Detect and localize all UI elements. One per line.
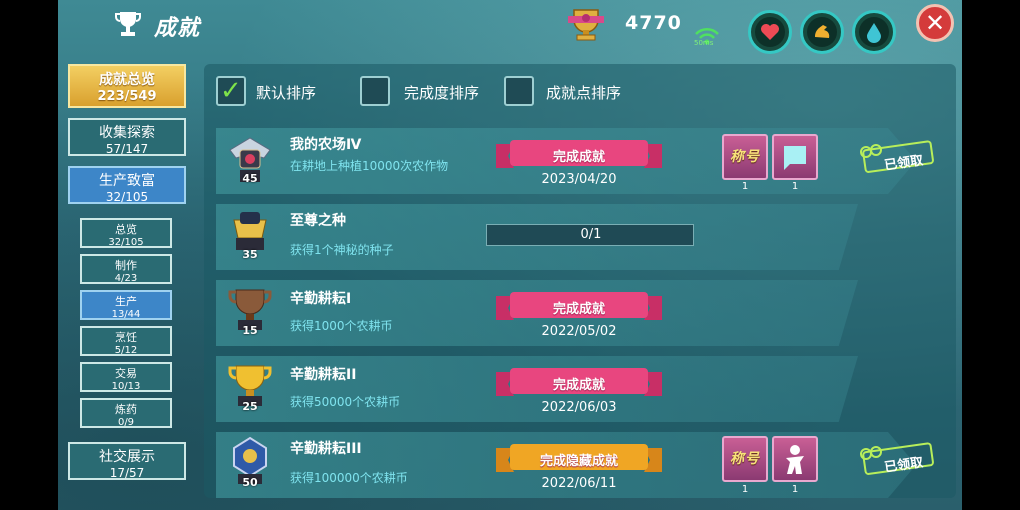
subcategory-progress: 0/9: [117, 417, 135, 428]
sidebar-overview[interactable]: 成就总览 223/549: [68, 64, 186, 108]
frame-icon: [784, 146, 806, 170]
health-stat[interactable]: [748, 10, 792, 54]
achievement-name: 至尊之种: [290, 213, 346, 229]
sidebar-item-production[interactable]: 生产致富 32/105: [68, 166, 186, 204]
completion-date: 2022/06/11: [541, 476, 617, 491]
avatar-reward[interactable]: [772, 436, 818, 482]
subcategory-cooking[interactable]: 烹饪 5/12: [80, 326, 172, 356]
checkmark-icon: ✓: [220, 76, 242, 106]
water-stat[interactable]: [852, 10, 896, 54]
subcategory-production[interactable]: 生产 13/44: [80, 290, 172, 320]
achievement-points: 4770: [625, 12, 682, 34]
reward-count: 1: [791, 484, 799, 495]
sidebar-item-progress: 57/147: [105, 142, 149, 156]
title-reward[interactable]: 称号: [722, 134, 768, 180]
sidebar-item-progress: 17/57: [109, 466, 145, 480]
achievement-name: 辛勤耕耘II: [290, 367, 357, 383]
subcategory-label: 制作: [115, 259, 137, 272]
close-icon: ✕: [924, 9, 946, 37]
ping-text: 50ms: [694, 39, 714, 47]
sort-default-checkbox[interactable]: ✓: [216, 76, 246, 106]
strength-stat[interactable]: [800, 10, 844, 54]
sidebar-item-label: 收集探索: [99, 125, 155, 141]
sidebar-item-social[interactable]: 社交展示 17/57: [68, 442, 186, 480]
subcategory-overview[interactable]: 总览 32/105: [80, 218, 172, 248]
achievement-desc: 获得1个神秘的种子: [290, 243, 394, 257]
sidebar-item-label: 社交展示: [99, 449, 155, 465]
close-button[interactable]: ✕: [916, 4, 954, 42]
page-title: 成就: [154, 16, 201, 41]
achievement-name: 辛勤耕耘III: [290, 441, 362, 457]
title-reward-label: 称号: [730, 451, 760, 467]
sidebar-overview-label: 成就总览: [99, 72, 155, 88]
status-text: 完成成就: [552, 302, 605, 317]
game-screen: 成就 4770 50ms ✕ 成就总览 223/549 收集探索 57/147 …: [58, 0, 962, 510]
subcategory-crafting[interactable]: 制作 4/23: [80, 254, 172, 284]
reward-count: 1: [791, 181, 799, 192]
completion-date: 2022/06/03: [541, 400, 617, 415]
reward-count: 1: [741, 484, 749, 495]
trophy-icon: [115, 12, 141, 36]
completion-date: 2023/04/20: [541, 172, 617, 187]
achievement-points-value: 35: [242, 248, 258, 261]
title-reward[interactable]: 称号: [722, 436, 768, 482]
progress-text: 0/1: [580, 227, 602, 242]
subcategory-progress: 10/13: [111, 381, 141, 392]
achievement-desc: 在耕地上种植10000次农作物: [290, 159, 449, 173]
title-reward-label: 称号: [730, 149, 760, 165]
subcategory-progress: 4/23: [114, 273, 138, 284]
reward-count: 1: [741, 181, 749, 192]
subcategory-label: 交易: [115, 367, 137, 380]
subcategory-progress: 32/105: [108, 237, 144, 248]
status-text: 完成成就: [552, 150, 605, 165]
sidebar-item-collect[interactable]: 收集探索 57/147: [68, 118, 186, 156]
subcategory-label: 炼药: [115, 403, 137, 416]
achievement-desc: 获得1000个农耕币: [290, 319, 393, 333]
sort-default-label: 默认排序: [256, 84, 317, 102]
heart-icon: [761, 24, 779, 40]
person-icon: [786, 445, 804, 474]
sort-points-label: 成就点排序: [546, 84, 622, 102]
subcategory-label: 烹饪: [115, 331, 137, 344]
progress-bar: 0/1: [486, 224, 694, 246]
subcategory-trading[interactable]: 交易 10/13: [80, 362, 172, 392]
sidebar-overview-progress: 223/549: [97, 89, 157, 104]
achievement-points-value: 50: [242, 476, 258, 489]
subcategory-alchemy[interactable]: 炼药 0/9: [80, 398, 172, 428]
status-text: 完成成就: [552, 378, 605, 393]
subcategory-progress: 5/12: [114, 345, 138, 356]
sidebar-item-label: 生产致富: [99, 173, 155, 189]
frame-reward[interactable]: [772, 134, 818, 180]
water-drop-icon: [867, 23, 881, 43]
subcategory-progress: 13/44: [111, 309, 141, 320]
header: 成就 4770 50ms ✕: [58, 0, 962, 54]
completion-date: 2022/05/02: [541, 324, 617, 339]
subcategory-label: 生产: [115, 295, 137, 308]
achievement-points-icon: [568, 9, 604, 41]
sort-completion-label: 完成度排序: [404, 84, 480, 102]
achievement-name: 辛勤耕耘I: [290, 291, 352, 307]
achievement-points-value: 15: [242, 324, 258, 337]
achievement-points-value: 45: [242, 172, 258, 185]
sort-points-checkbox[interactable]: [504, 76, 534, 106]
achievement-desc: 获得50000个农耕币: [290, 395, 401, 409]
achievement-desc: 获得100000个农耕币: [290, 471, 408, 485]
arm-icon: [815, 25, 830, 38]
sort-completion-checkbox[interactable]: [360, 76, 390, 106]
achievement-points-value: 25: [242, 400, 258, 413]
achievement-name: 我的农场Ⅳ: [290, 137, 362, 153]
subcategory-label: 总览: [115, 223, 137, 236]
status-text: 完成隐藏成就: [539, 454, 618, 469]
sidebar-item-progress: 32/105: [105, 190, 149, 204]
